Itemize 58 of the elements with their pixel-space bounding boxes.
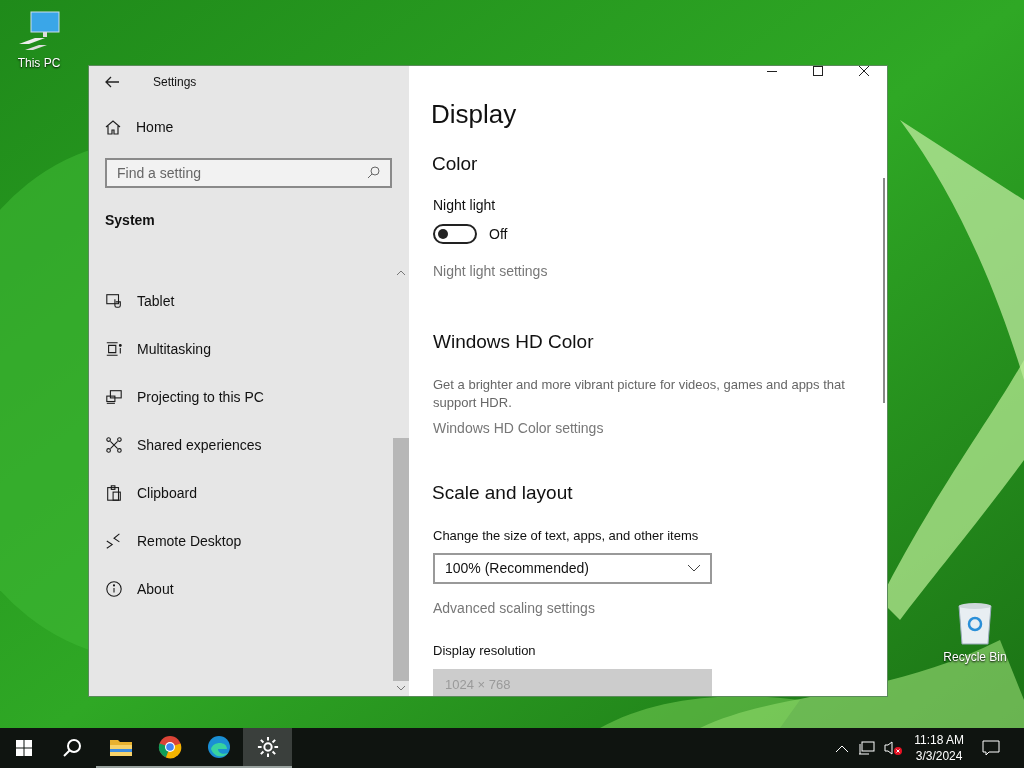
nav-item[interactable]: Clipboard — [89, 469, 389, 517]
back-arrow-icon[interactable] — [105, 76, 119, 88]
windows-logo-icon — [16, 740, 32, 756]
chevron-up-icon[interactable] — [836, 744, 849, 752]
nav-item[interactable]: Projecting to this PC — [89, 373, 389, 421]
section-heading: Windows HD Color — [433, 329, 595, 354]
home-item[interactable]: Home — [105, 114, 409, 140]
settings-link[interactable]: Advanced scaling settings — [433, 598, 887, 619]
monitors-icon — [105, 388, 123, 406]
edge-icon — [206, 735, 231, 759]
recycle-bin-icon — [955, 602, 995, 646]
nav-item[interactable]: Tablet — [89, 277, 389, 325]
scroll-up-icon[interactable] — [397, 270, 405, 275]
nav-item[interactable]: Multitasking — [89, 325, 389, 373]
scrollbar-thumb[interactable] — [883, 178, 885, 403]
tablet-icon — [105, 292, 123, 310]
maximize-icon — [813, 66, 823, 76]
search-icon — [367, 166, 380, 179]
search-icon — [62, 738, 82, 758]
chevron-down-icon — [688, 565, 700, 572]
window-title: Settings — [153, 74, 197, 91]
close-icon — [859, 66, 869, 76]
chrome-icon — [157, 735, 182, 759]
notification-icon[interactable] — [982, 740, 1000, 756]
section-heading: Color — [432, 152, 479, 176]
info-icon — [105, 580, 123, 598]
nav-item[interactable]: About — [89, 565, 389, 613]
home-icon — [105, 119, 121, 135]
remote-desktop-icon — [105, 532, 123, 550]
network-icon[interactable] — [858, 740, 877, 756]
scrollbar-thumb[interactable] — [393, 438, 409, 681]
minimize-icon — [767, 70, 777, 72]
taskbar-app[interactable] — [243, 728, 292, 768]
page-title: Display — [431, 98, 518, 130]
desktop-icon-label[interactable]: This PC — [17, 54, 61, 72]
folder-icon — [108, 737, 133, 757]
clipboard-icon — [105, 484, 123, 502]
settings-link[interactable]: Windows HD Color settings — [433, 418, 887, 439]
scale-dropdown[interactable]: 100% (Recommended) — [433, 553, 712, 584]
computer-icon — [17, 10, 61, 52]
nav-item[interactable]: Shared experiences — [89, 421, 389, 469]
scroll-down-icon[interactable] — [397, 686, 405, 691]
speaker-muted-icon[interactable] — [884, 740, 903, 756]
multitasking-icon — [105, 340, 123, 358]
clock[interactable]: 11:18 AM 3/3/2024 — [914, 732, 964, 764]
nav-item[interactable]: Remote Desktop — [89, 517, 389, 565]
setting-label: Night light — [433, 195, 497, 215]
section-heading: System — [105, 211, 156, 230]
search-field[interactable]: Find a setting — [105, 158, 392, 188]
toggle-state: Off — [489, 224, 508, 244]
setting-label: Change the size of text, apps, and other items — [433, 526, 700, 545]
settings-icon — [256, 736, 279, 758]
settings-link[interactable]: Night light settings — [433, 260, 887, 282]
night-light-toggle[interactable] — [433, 224, 477, 244]
setting-label: Display resolution — [433, 642, 537, 660]
description: Get a brighter and more vibrant picture for videos, games and apps that support HDR. — [433, 376, 846, 412]
section-heading: Scale and layout — [432, 481, 574, 505]
network-icon — [105, 436, 123, 454]
